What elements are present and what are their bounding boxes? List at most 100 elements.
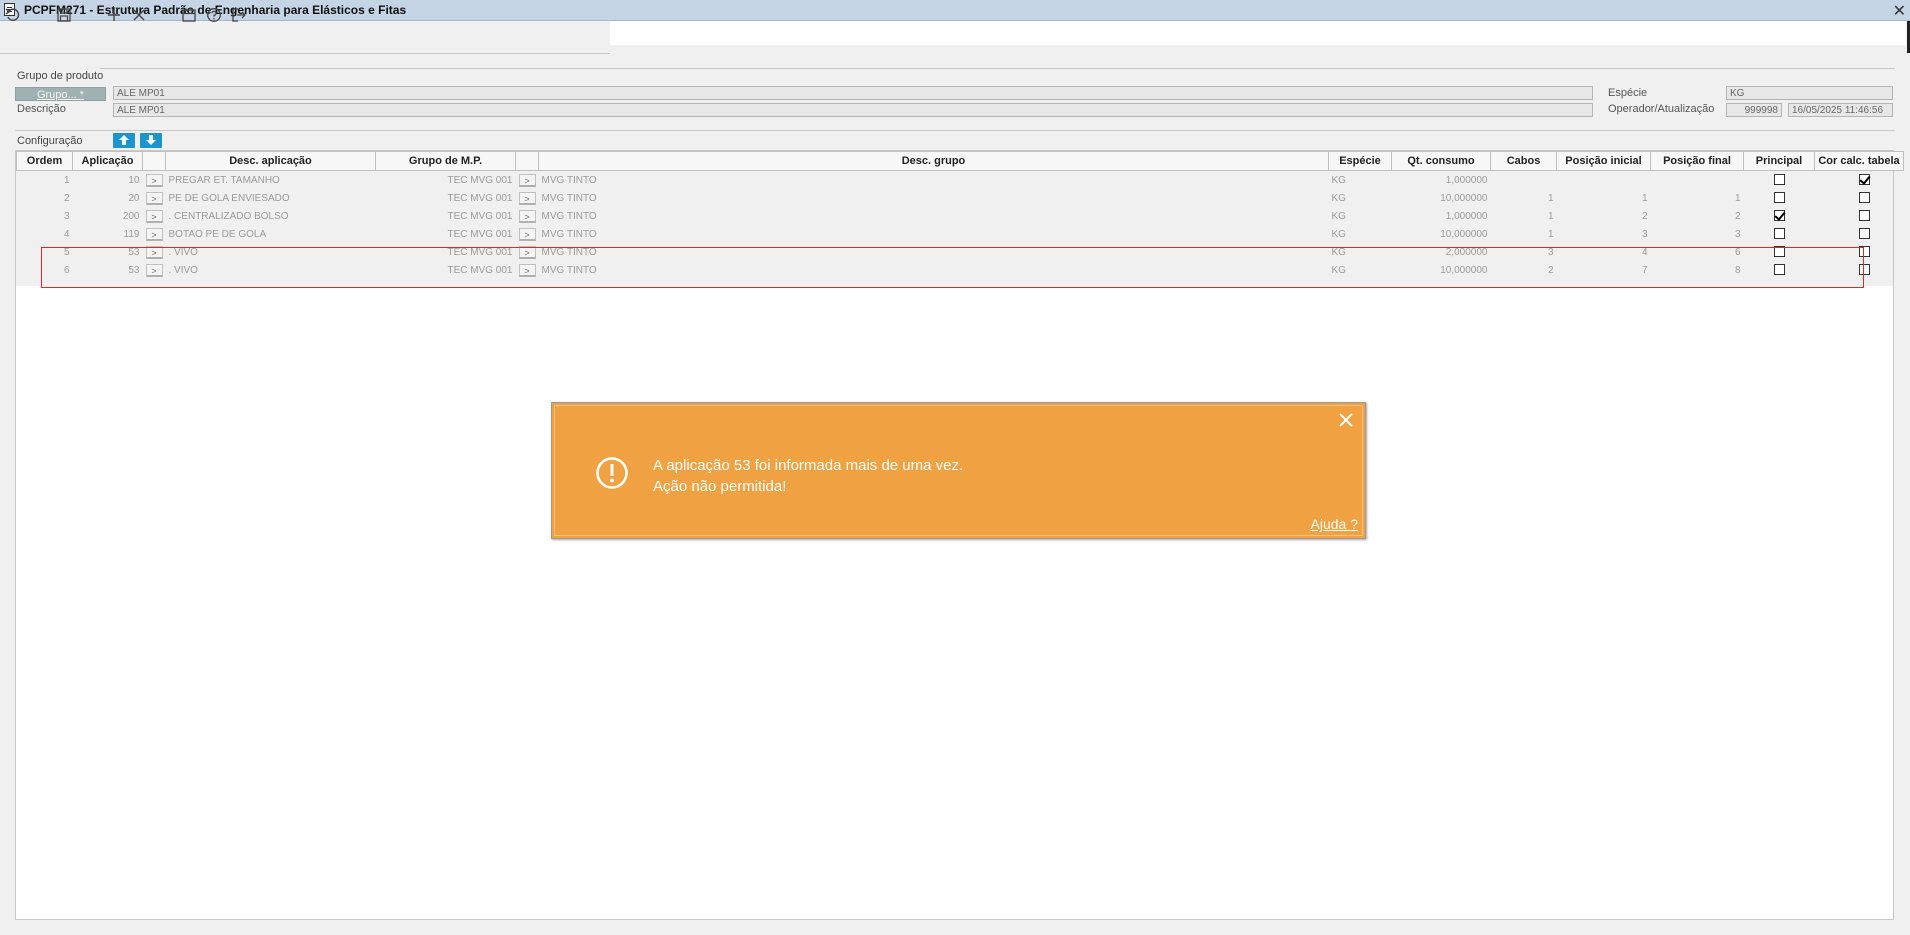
col-header-grupo-mp[interactable]: Grupo de M.P. (375, 151, 516, 171)
save-icon[interactable] (55, 7, 73, 25)
group-lookup-button[interactable]: Grupo... * (15, 87, 106, 101)
cell-posicao-final: 3 (1734, 228, 1741, 240)
cor-calc-checkbox[interactable] (1858, 174, 1870, 186)
cell-aplicacao: 10 (128, 174, 140, 186)
cor-calc-checkbox[interactable] (1858, 228, 1870, 240)
aplicacao-lookup-button[interactable]: > (145, 245, 163, 259)
col-header-qt-consumo[interactable]: Qt. consumo (1391, 151, 1491, 171)
cell-checkbox (1744, 189, 1815, 207)
principal-checkbox[interactable] (1773, 192, 1785, 204)
cell-button: > (143, 225, 166, 243)
alert-message-line1: A aplicação 53 foi informada mais de uma… (653, 457, 964, 474)
arrow-up-icon (119, 135, 129, 145)
col-header-posicao-final[interactable]: Posição final (1650, 151, 1744, 171)
cor-calc-checkbox[interactable] (1858, 246, 1870, 258)
aplicacao-lookup-button[interactable]: > (145, 191, 163, 205)
cor-calc-checkbox[interactable] (1858, 192, 1870, 204)
delete-icon[interactable] (130, 7, 148, 25)
configuration-section-title: Configuração (17, 135, 83, 147)
table-row[interactable]: 3 200 > . CENTRALIZADO BOLSO TEC MVG 001 > MVG… (17, 207, 1904, 225)
col-header-cor-calc-tabela[interactable]: Cor calc. tabela (1814, 151, 1904, 171)
col-header-principal[interactable]: Principal (1743, 151, 1815, 171)
cell-posicao-inicial: 1 (1641, 192, 1648, 204)
aplicacao-lookup-button[interactable]: > (145, 173, 163, 187)
table-row[interactable]: 4 119 > BOTAO PE DE GOLA TEC MVG 001 > MVG TIN… (17, 225, 1904, 243)
cell-especie: KG (1331, 174, 1346, 186)
cell-especie: KG (1331, 210, 1346, 222)
cor-calc-checkbox[interactable] (1858, 210, 1870, 222)
col-header-desc-aplicacao[interactable]: Desc. aplicação (165, 151, 376, 171)
principal-checkbox[interactable] (1773, 264, 1785, 276)
cell-desc-aplicacao: PE DE GOLA ENVIESADO (168, 192, 290, 204)
group-field[interactable]: ALE MP01 (113, 86, 1593, 100)
cell-ordem: 1 (63, 174, 70, 186)
cell-especie: KG (1331, 192, 1346, 204)
col-header-aplicacao[interactable]: Aplicação (72, 151, 143, 171)
toolbar (0, 21, 610, 54)
col-header-posicao-inicial[interactable]: Posição inicial (1556, 151, 1651, 171)
cell-aplicacao: 119 (123, 228, 140, 240)
cell-grupo-mp: TEC MVG 001 (447, 264, 513, 276)
cell-button: > (516, 207, 539, 225)
cell-posicao-inicial: 7 (1641, 264, 1648, 276)
cell-checkbox (1744, 207, 1815, 225)
cell-especie: KG (1331, 228, 1346, 240)
cell-posicao-inicial (1557, 171, 1651, 190)
cell-cabos: 1 (1547, 210, 1554, 222)
grupo-lookup-button[interactable]: > (518, 227, 536, 241)
window-close-icon[interactable]: ✕ (1893, 1, 1906, 21)
cell-posicao-final: 1 (1734, 192, 1741, 204)
description-field[interactable]: ALE MP01 (113, 103, 1593, 117)
grupo-lookup-button[interactable]: > (518, 263, 536, 277)
calendar-icon[interactable] (180, 7, 198, 25)
species-field[interactable]: KG (1726, 86, 1893, 100)
cell-cabos: 2 (1547, 264, 1554, 276)
grupo-lookup-button[interactable]: > (518, 191, 536, 205)
undo-icon[interactable] (4, 7, 22, 25)
table-row[interactable]: 1 10 > PREGAR ET. TAMANHO TEC MVG 001 > MVG TI… (17, 171, 1904, 190)
aplicacao-lookup-button[interactable]: > (145, 227, 163, 241)
col-header-ordem[interactable]: Ordem (16, 151, 73, 171)
col-header-desc-grupo[interactable]: Desc. grupo (538, 151, 1329, 171)
add-icon[interactable] (105, 7, 123, 25)
divider (15, 130, 1895, 131)
aplicacao-lookup-button[interactable]: > (145, 263, 163, 277)
cell-posicao-final: 2 (1734, 210, 1741, 222)
principal-checkbox[interactable] (1773, 246, 1785, 258)
cell-qt-consumo: 1,000000 (1445, 174, 1488, 186)
title-bar: PCPFM271 - Estrutura Padrão de Engenhari… (0, 0, 1910, 21)
cell-desc-aplicacao: BOTAO PE DE GOLA (168, 228, 267, 240)
cell-posicao-inicial: 3 (1641, 228, 1648, 240)
table-row[interactable]: 6 53 > . VIVO TEC MVG 001 > MVG TINTO KG 10,0000… (17, 261, 1904, 279)
cell-aplicacao: 53 (128, 246, 140, 258)
col-header-especie[interactable]: Espécie (1328, 151, 1392, 171)
alert-help-link[interactable]: Ajuda ? (1311, 516, 1358, 532)
alert-close-icon[interactable] (1337, 411, 1355, 429)
alert-message-line2: Ação não permitida! (653, 478, 787, 495)
move-down-button[interactable] (140, 133, 162, 148)
cell-checkbox (1815, 189, 1904, 207)
grupo-lookup-button[interactable]: > (518, 209, 536, 223)
cell-grupo-mp: TEC MVG 001 (447, 192, 513, 204)
cell-desc-grupo: MVG TINTO (541, 192, 597, 204)
principal-checkbox[interactable] (1773, 228, 1785, 240)
aplicacao-lookup-button[interactable]: > (145, 209, 163, 223)
help-icon[interactable] (205, 7, 223, 25)
table-row[interactable]: 5 53 > . VIVO TEC MVG 001 > MVG TINTO KG 2,00000… (17, 243, 1904, 261)
move-up-button[interactable] (113, 133, 135, 148)
cell-posicao-final: 6 (1734, 246, 1741, 258)
exit-icon[interactable] (230, 7, 248, 25)
grupo-lookup-button[interactable]: > (518, 173, 536, 187)
cor-calc-checkbox[interactable] (1858, 264, 1870, 276)
cell-checkbox (1815, 225, 1904, 243)
principal-checkbox[interactable] (1773, 174, 1785, 186)
grupo-lookup-button[interactable]: > (518, 245, 536, 259)
principal-checkbox[interactable] (1773, 210, 1785, 222)
species-label: Espécie (1608, 87, 1648, 99)
col-header-cabos[interactable]: Cabos (1490, 151, 1557, 171)
operator-field[interactable]: 999998 (1726, 103, 1782, 117)
cell-checkbox (1815, 261, 1904, 279)
cell-aplicacao: 200 (122, 210, 140, 222)
table-row[interactable]: 2 20 > PE DE GOLA ENVIESADO TEC MVG 001 > MVG … (17, 189, 1904, 207)
updated-datetime-field[interactable]: 16/05/2025 11:46:56 (1788, 103, 1893, 117)
